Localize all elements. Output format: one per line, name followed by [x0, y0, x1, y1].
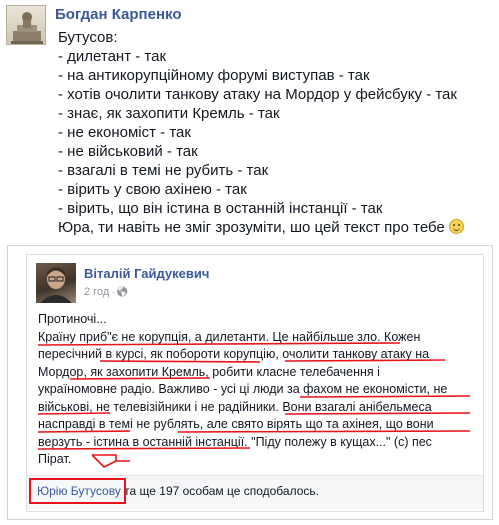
shared-author-name[interactable]: Віталій Гайдукевич [84, 266, 209, 281]
person-photo-icon [40, 267, 72, 303]
post-text: Бутусов: - дилетант - так - на антикоруп… [58, 28, 488, 237]
shared-post-meta: 2 год ·🌎︎ [84, 286, 128, 298]
post-time[interactable]: 2 год [84, 286, 109, 298]
post-line-last: Юра, ти навіть не зміг зрозуміти, шо цей… [58, 218, 488, 237]
annotation-box [29, 478, 126, 504]
shared-post-text: Протиночі... Країну приб"є не корупція, … [38, 311, 478, 469]
likes-rest-text: та ще 197 особам це сподобалось. [120, 484, 319, 498]
post-line: - вірить у свою ахінею - так [58, 181, 247, 198]
shared-author-avatar[interactable] [36, 263, 76, 303]
author-avatar[interactable] [6, 5, 46, 45]
post-line: - вірить, що він істина в останній інста… [58, 200, 383, 217]
post-line: - на антикорупційному форумі виступав - … [58, 67, 370, 84]
monument-photo-icon [11, 12, 43, 44]
globe-icon: ·🌎︎ [112, 287, 129, 298]
post-author-name[interactable]: Богдан Карпенко [55, 6, 182, 23]
post-line: Юра, ти навіть не зміг зрозуміти, шо цей… [58, 219, 445, 236]
shared-line: насправді в темі не рублять, але свято в… [38, 417, 434, 431]
post-line: - хотів очолити танкову атаку на Мордор … [58, 86, 457, 103]
shared-line: верзуть - істина в останній інстанції. "… [38, 434, 432, 449]
shared-line: україномовне радіо. Важливо - усі ці люд… [38, 382, 448, 396]
shared-line: пересічний в курсі, як побороти корупцію… [38, 347, 430, 361]
post-line: Бутусов: [58, 29, 118, 46]
post-line: - взагалі в темі не рубить - так [58, 162, 269, 179]
post-line: - знає, як захопити Кремль - так [58, 105, 280, 122]
shared-line: Країну приб"є не корупція, а дилетанти. … [38, 329, 421, 344]
post-line: - дилетант - так [58, 48, 167, 65]
smile-emoji-icon [448, 219, 464, 234]
shared-line: військові, не телевізійники і не радійни… [38, 399, 432, 414]
shared-line: Пірат. [38, 452, 72, 466]
post-line: - не військовий - так [58, 143, 198, 160]
shared-line: Протиночі... [38, 312, 107, 326]
shared-line: Мордор, як захопити Кремль, робити класн… [38, 364, 380, 379]
post-line: - не економіст - так [58, 124, 191, 141]
